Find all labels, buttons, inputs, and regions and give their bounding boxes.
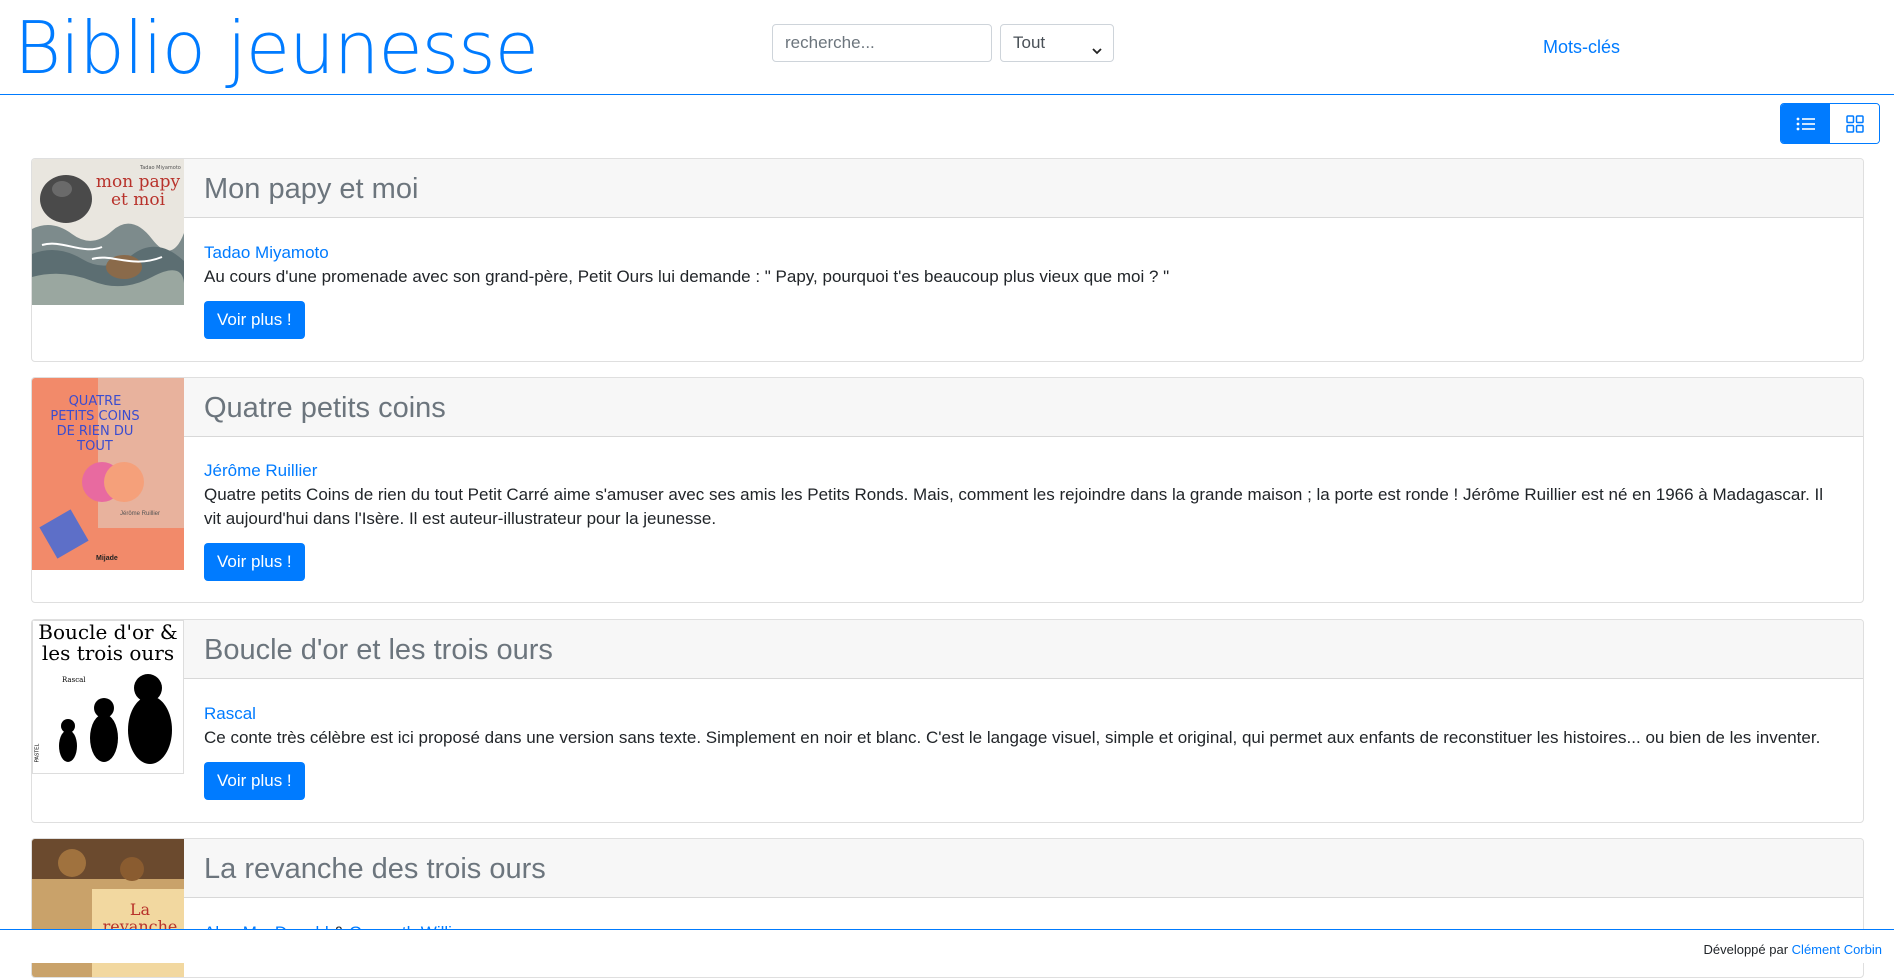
cover-title-text: mon papy et moi [95,172,181,210]
footer-author-link[interactable]: Clément Corbin [1792,942,1882,957]
filter-select[interactable]: Tout [1000,24,1114,62]
card-header: Quatre petits coins [184,378,1863,437]
grid-icon [1845,114,1864,133]
book-description: Au cours d'une promenade avec son grand-… [204,267,1170,286]
author-link[interactable]: Rascal [204,704,256,723]
book-description: Quatre petits Coins de rien du tout Peti… [204,485,1824,528]
book-cover-image[interactable]: QUATRE PETITS COINS DE RIEN DU TOUT Jérô… [32,378,184,570]
book-title: Mon papy et moi [204,173,419,205]
site-header: Biblio jeunesse Tout Mots-clés [0,0,1894,95]
site-footer: Développé par Clément Corbin [0,929,1894,963]
author-link[interactable]: Jérôme Ruillier [204,461,317,480]
card-header: Mon papy et moi [184,159,1863,218]
book-card: Tadao Miyamoto mon papy et moi Mon papy … [31,158,1864,362]
card-body: Jérôme Ruillier Quatre petits Coins de r… [204,459,1843,581]
cover-small-text: Jérôme Ruillier [120,511,161,517]
list-icon [1796,117,1815,130]
book-title: Quatre petits coins [204,392,446,424]
grid-view-button[interactable] [1830,104,1879,143]
book-card: Boucle d'or & les trois ours Rascal PAST… [31,619,1864,823]
card-header: La revanche des trois ours [184,839,1863,898]
book-cover-image[interactable]: Boucle d'or & les trois ours Rascal PAST… [32,620,184,774]
cover-publisher: Mijade [96,555,118,562]
book-title: La revanche des trois ours [204,853,546,885]
nav-link-keywords[interactable]: Mots-clés [1543,37,1620,58]
card-body: Tadao Miyamoto Au cours d'une promenade … [204,241,1843,339]
see-more-button[interactable]: Voir plus ! [204,301,305,339]
book-card: QUATRE PETITS COINS DE RIEN DU TOUT Jérô… [31,377,1864,603]
book-cover-image[interactable]: Tadao Miyamoto mon papy et moi [32,159,184,305]
cover-publisher: PASTEL [34,743,41,763]
cover-title-text: Boucle d'or & les trois ours [38,620,178,665]
card-body: Rascal Ce conte très célèbre est ici pro… [204,702,1843,800]
search-input[interactable] [772,24,992,62]
cover-small-text: Rascal [62,676,86,684]
list-view-button[interactable] [1781,104,1830,143]
see-more-button[interactable]: Voir plus ! [204,543,305,581]
cover-title-text: QUATRE PETITS COINS DE RIEN DU TOUT [50,394,140,454]
book-description: Ce conte très célèbre est ici proposé da… [204,728,1821,747]
cover-small-text: Tadao Miyamoto [140,165,181,171]
site-title[interactable]: Biblio jeunesse [14,6,539,90]
see-more-button[interactable]: Voir plus ! [204,762,305,800]
footer-prefix: Développé par [1703,942,1789,957]
view-toggle [1780,103,1880,144]
book-title: Boucle d'or et les trois ours [204,634,553,666]
author-link[interactable]: Tadao Miyamoto [204,243,329,262]
card-header: Boucle d'or et les trois ours [184,620,1863,679]
chevron-down-icon [1091,34,1103,70]
footer-credit: Développé par Clément Corbin [1703,942,1882,957]
filter-selected-value: Tout [1013,33,1046,52]
